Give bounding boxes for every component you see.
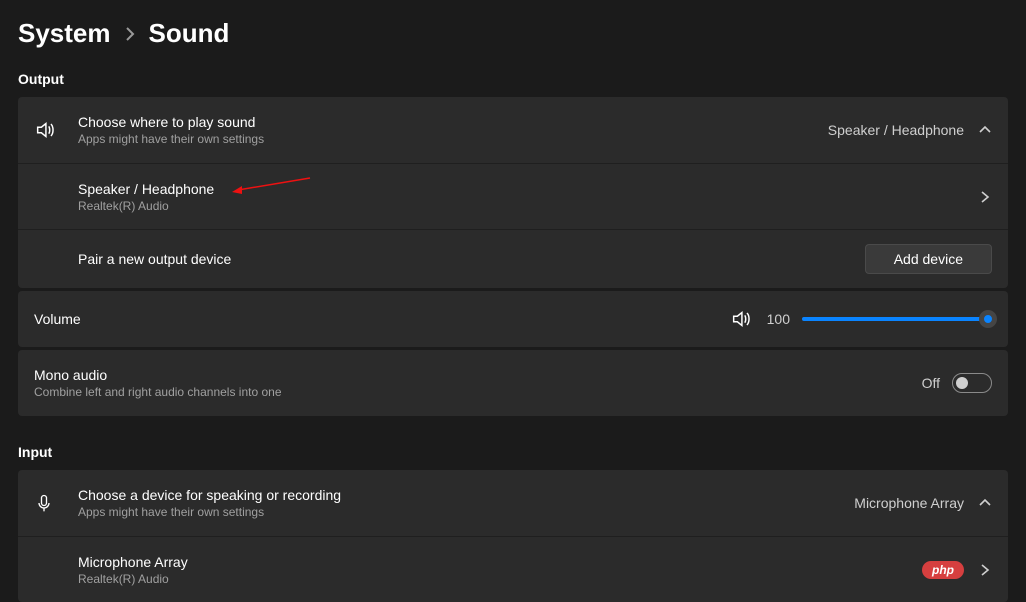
output-choose-row[interactable]: Choose where to play sound Apps might ha… [18,97,1008,163]
output-choose-current: Speaker / Headphone [828,122,964,138]
breadcrumb-current: Sound [149,18,230,49]
volume-slider-thumb[interactable] [979,310,997,328]
mono-title: Mono audio [34,367,922,383]
chevron-up-icon [978,123,992,137]
output-choose-sub: Apps might have their own settings [78,132,828,146]
add-device-button[interactable]: Add device [865,244,992,274]
input-choose-sub: Apps might have their own settings [78,505,854,519]
volume-title: Volume [34,311,730,327]
output-pair-title: Pair a new output device [78,251,865,267]
toggle-knob [956,377,968,389]
mono-row: Mono audio Combine left and right audio … [18,350,1008,416]
mono-card: Mono audio Combine left and right audio … [18,350,1008,416]
output-pair-row: Pair a new output device Add device [18,229,1008,288]
input-choose-title: Choose a device for speaking or recordin… [78,487,854,503]
volume-value: 100 [764,311,790,327]
input-device-title: Microphone Array [78,554,922,570]
output-device-title: Speaker / Headphone [78,181,978,197]
mono-toggle[interactable] [952,373,992,393]
mono-sub: Combine left and right audio channels in… [34,385,922,399]
output-choose-title: Choose where to play sound [78,114,828,130]
volume-row: Volume 100 [18,291,1008,347]
php-badge: php [922,561,964,579]
chevron-right-icon [978,190,992,204]
speaker-icon [34,119,78,141]
input-section-label: Input [18,444,1008,460]
breadcrumb-parent[interactable]: System [18,18,111,49]
breadcrumb: System Sound [18,18,1008,49]
volume-slider[interactable] [802,317,992,321]
chevron-right-icon [125,27,135,41]
output-device-row[interactable]: Speaker / Headphone Realtek(R) Audio [18,163,1008,229]
chevron-up-icon [978,496,992,510]
input-choose-current: Microphone Array [854,495,964,511]
input-device-sub: Realtek(R) Audio [78,572,922,586]
output-section-label: Output [18,71,1008,87]
output-choose-card: Choose where to play sound Apps might ha… [18,97,1008,288]
input-group: Choose a device for speaking or recordin… [18,470,1008,602]
input-device-row[interactable]: Microphone Array Realtek(R) Audio php [18,536,1008,602]
speaker-icon[interactable] [730,308,752,330]
output-group: Choose where to play sound Apps might ha… [18,97,1008,416]
chevron-right-icon [978,563,992,577]
mono-toggle-label: Off [922,375,940,391]
volume-card: Volume 100 [18,291,1008,347]
output-device-sub: Realtek(R) Audio [78,199,978,213]
microphone-icon [34,492,78,514]
input-choose-row[interactable]: Choose a device for speaking or recordin… [18,470,1008,536]
input-choose-card: Choose a device for speaking or recordin… [18,470,1008,602]
